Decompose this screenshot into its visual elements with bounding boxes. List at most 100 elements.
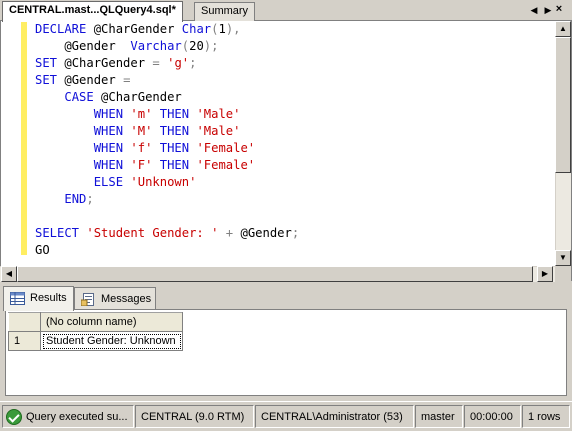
code-line[interactable]: DECLARE @CharGender Char(1), (35, 21, 299, 38)
sql-operator: + (225, 226, 241, 240)
sql-operator: ; (291, 226, 300, 240)
code-line[interactable]: WHEN 'M' THEN 'Male' (35, 123, 299, 140)
tab-scroll-left-icon[interactable]: ◀ (528, 4, 540, 16)
results-grid-pane[interactable]: (No column name) 1 Student Gender: Unkno… (5, 309, 567, 396)
sql-string: 'Male' (196, 124, 241, 138)
sql-text: 1 (218, 22, 226, 36)
results-tab-strip: Results Messages (0, 284, 572, 311)
tab-results[interactable]: Results (3, 286, 74, 311)
results-grid[interactable]: (No column name) 1 Student Gender: Unkno… (8, 312, 183, 351)
code-line[interactable]: GO (35, 242, 299, 259)
status-user: CENTRAL\Administrator (53) (255, 405, 414, 428)
status-message-text: Query executed su... (26, 411, 128, 423)
sql-keyword: SET (35, 73, 65, 87)
change-tracking-bar (21, 21, 27, 255)
tab-messages[interactable]: Messages (74, 287, 156, 310)
code-line[interactable]: WHEN 'm' THEN 'Male' (35, 106, 299, 123)
scroll-left-icon[interactable]: ◀ (1, 266, 17, 282)
tab-messages-label: Messages (101, 293, 152, 305)
scroll-up-icon[interactable]: ▲ (555, 21, 571, 37)
sql-keyword: THEN (159, 107, 197, 121)
code-line[interactable]: WHEN 'f' THEN 'Female' (35, 140, 299, 157)
sql-keyword: THEN (159, 124, 197, 138)
sql-text: @Gender (240, 226, 292, 240)
code-line[interactable]: ELSE 'Unknown' (35, 174, 299, 191)
success-check-icon (6, 409, 22, 425)
sql-keyword: THEN (159, 158, 197, 172)
sql-code[interactable]: DECLARE @CharGender Char(1), @Gender Var… (35, 21, 299, 259)
sql-operator: ); (203, 39, 219, 53)
sql-string: 'Male' (196, 107, 241, 121)
sql-string: 'M' (130, 124, 160, 138)
sql-text: @CharGender (93, 22, 182, 36)
column-header[interactable]: (No column name) (40, 312, 183, 332)
grid-icon (10, 292, 25, 305)
query-editor[interactable]: DECLARE @CharGender Char(1), @Gender Var… (0, 21, 572, 281)
sql-string: 'g' (167, 56, 190, 70)
table-row[interactable]: 1 Student Gender: Unknown (8, 331, 183, 351)
result-cell[interactable]: Student Gender: Unknown (40, 331, 183, 351)
sql-text: 20 (189, 39, 204, 53)
sql-string: 'Student Gender: ' (86, 226, 226, 240)
sql-keyword: SELECT (35, 226, 87, 240)
sql-keyword: WHEN (93, 107, 131, 121)
sql-operator: ), (225, 22, 241, 36)
scroll-down-icon[interactable]: ▼ (555, 250, 571, 266)
sql-operator: ; (189, 56, 197, 70)
sql-keyword: END (64, 192, 87, 206)
code-line[interactable]: END; (35, 191, 299, 208)
scrollbar-corner (555, 266, 571, 282)
sql-keyword: WHEN (93, 158, 131, 172)
status-database: master (415, 405, 463, 428)
sql-text: @Gender (64, 73, 124, 87)
code-line[interactable]: SET @Gender = (35, 72, 299, 89)
sql-string: 'Female' (196, 141, 256, 155)
tab-results-label: Results (30, 292, 67, 304)
row-number[interactable]: 1 (8, 331, 41, 351)
sql-keyword: SET (35, 56, 65, 70)
sql-operator: ( (181, 39, 190, 53)
status-server: CENTRAL (9.0 RTM) (135, 405, 254, 428)
editor-vertical-scrollbar[interactable]: ▲ ▼ (555, 21, 571, 266)
close-document-button[interactable]: × (552, 3, 566, 17)
sql-string: 'm' (130, 107, 160, 121)
editor-horizontal-scrollbar[interactable]: ◀ ▶ (0, 266, 555, 282)
code-line[interactable]: CASE @CharGender (35, 89, 299, 106)
vertical-scroll-thumb[interactable] (555, 37, 571, 173)
sql-string: 'Unknown' (130, 175, 197, 189)
grid-corner-cell[interactable] (8, 312, 41, 332)
sql-string: 'F' (130, 158, 160, 172)
status-query-message: Query executed su... (2, 405, 134, 428)
code-line[interactable]: SELECT 'Student Gender: ' + @Gender; (35, 225, 299, 242)
tab-summary[interactable]: Summary (194, 2, 256, 21)
tab-sqlquery4[interactable]: CENTRAL.mast...QLQuery4.sql* (2, 1, 183, 22)
code-line[interactable]: WHEN 'F' THEN 'Female' (35, 157, 299, 174)
sql-operator: = (123, 73, 131, 87)
grid-header-row: (No column name) (8, 312, 183, 332)
sql-keyword: Char (181, 22, 212, 36)
status-bar: Query executed su... CENTRAL (9.0 RTM) C… (0, 401, 572, 431)
sql-text: @CharGender (101, 90, 182, 104)
sql-operator: ; (86, 192, 94, 206)
code-line[interactable]: @Gender Varchar(20); (35, 38, 299, 55)
sql-keyword: Varchar (130, 39, 182, 53)
code-line[interactable]: SET @CharGender = 'g'; (35, 55, 299, 72)
scroll-right-icon[interactable]: ▶ (537, 266, 553, 282)
editor-gutter (3, 21, 21, 265)
horizontal-scroll-thumb[interactable] (17, 266, 533, 282)
sql-operator: = (152, 56, 168, 70)
sql-keyword: WHEN (93, 124, 131, 138)
sql-keyword: DECLARE (35, 22, 94, 36)
sql-keyword: THEN (159, 141, 197, 155)
status-row-count: 1 rows (522, 405, 570, 428)
sql-text: @Gender (35, 39, 131, 53)
sql-string: 'f' (130, 141, 160, 155)
code-line[interactable] (35, 208, 299, 225)
